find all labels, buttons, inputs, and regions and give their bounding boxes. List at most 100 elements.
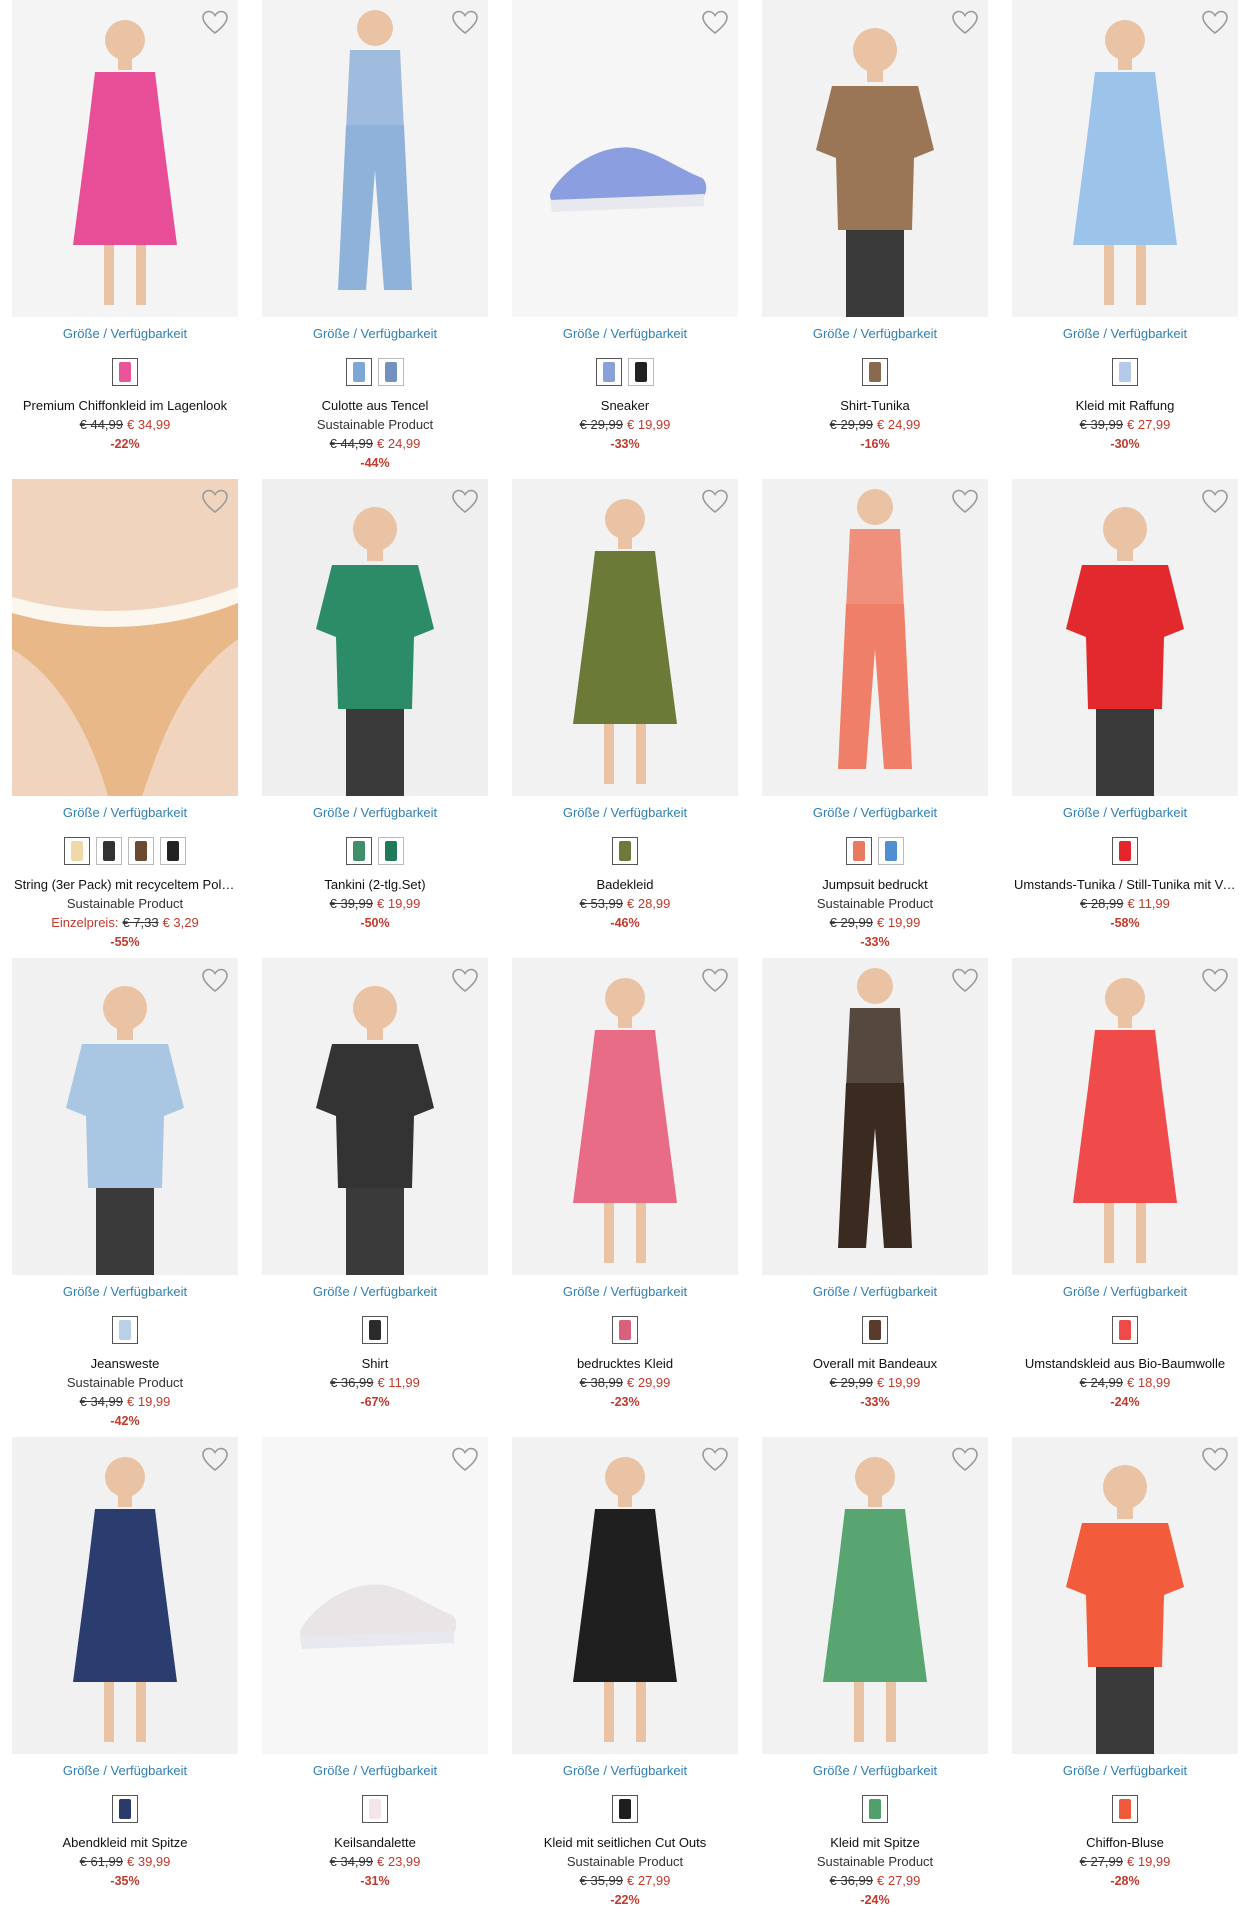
product-name[interactable]: Kleid mit Spitze <box>762 1833 988 1852</box>
product-name[interactable]: String (3er Pack) mit recyceltem Polyami… <box>12 875 238 894</box>
product-card[interactable]: Größe / Verfügbarkeit Abendkleid mit Spi… <box>12 1437 238 1907</box>
color-swatch[interactable] <box>112 1795 138 1823</box>
size-availability-link[interactable]: Größe / Verfügbarkeit <box>1012 1763 1238 1778</box>
product-name[interactable]: Culotte aus Tencel <box>262 396 488 415</box>
size-availability-link[interactable]: Größe / Verfügbarkeit <box>512 326 738 341</box>
size-availability-link[interactable]: Größe / Verfügbarkeit <box>512 1284 738 1299</box>
color-swatch[interactable] <box>378 837 404 865</box>
product-card[interactable]: Größe / Verfügbarkeit Keilsandalette € 3… <box>262 1437 488 1907</box>
color-swatch[interactable] <box>1112 1795 1138 1823</box>
wishlist-heart-icon[interactable] <box>1200 1445 1230 1473</box>
product-card[interactable]: Größe / Verfügbarkeit Badekleid € 53,99 €… <box>512 479 738 949</box>
product-name[interactable]: Shirt <box>262 1354 488 1373</box>
color-swatch[interactable] <box>628 358 654 386</box>
size-availability-link[interactable]: Größe / Verfügbarkeit <box>12 1763 238 1778</box>
color-swatch[interactable] <box>96 837 122 865</box>
wishlist-heart-icon[interactable] <box>950 487 980 515</box>
product-image[interactable] <box>1012 479 1238 796</box>
product-image[interactable] <box>262 479 488 796</box>
color-swatch[interactable] <box>64 837 90 865</box>
product-name[interactable]: Tankini (2-tlg.Set) <box>262 875 488 894</box>
size-availability-link[interactable]: Größe / Verfügbarkeit <box>1012 805 1238 820</box>
wishlist-heart-icon[interactable] <box>200 487 230 515</box>
wishlist-heart-icon[interactable] <box>200 966 230 994</box>
product-image[interactable] <box>12 0 238 317</box>
product-name[interactable]: Abendkleid mit Spitze <box>12 1833 238 1852</box>
product-image[interactable] <box>762 958 988 1275</box>
product-name[interactable]: Premium Chiffonkleid im Lagenlook <box>12 396 238 415</box>
product-name[interactable]: Kleid mit Raffung <box>1012 396 1238 415</box>
color-swatch[interactable] <box>1112 1316 1138 1344</box>
size-availability-link[interactable]: Größe / Verfügbarkeit <box>262 805 488 820</box>
product-card[interactable]: Größe / Verfügbarkeit Shirt € 36,99 € 11,… <box>262 958 488 1428</box>
wishlist-heart-icon[interactable] <box>700 487 730 515</box>
wishlist-heart-icon[interactable] <box>950 8 980 36</box>
product-card[interactable]: Größe / Verfügbarkeit Culotte aus Tencel… <box>262 0 488 470</box>
size-availability-link[interactable]: Größe / Verfügbarkeit <box>762 326 988 341</box>
size-availability-link[interactable]: Größe / Verfügbarkeit <box>12 326 238 341</box>
product-image[interactable] <box>762 479 988 796</box>
color-swatch[interactable] <box>362 1316 388 1344</box>
product-card[interactable]: Größe / Verfügbarkeit Jumpsuit bedruckt … <box>762 479 988 949</box>
wishlist-heart-icon[interactable] <box>450 966 480 994</box>
product-image[interactable] <box>262 1437 488 1754</box>
size-availability-link[interactable]: Größe / Verfügbarkeit <box>262 326 488 341</box>
color-swatch[interactable] <box>612 1795 638 1823</box>
product-name[interactable]: bedrucktes Kleid <box>512 1354 738 1373</box>
size-availability-link[interactable]: Größe / Verfügbarkeit <box>12 805 238 820</box>
size-availability-link[interactable]: Größe / Verfügbarkeit <box>1012 326 1238 341</box>
product-image[interactable] <box>262 0 488 317</box>
color-swatch[interactable] <box>612 837 638 865</box>
product-image[interactable] <box>12 958 238 1275</box>
wishlist-heart-icon[interactable] <box>450 487 480 515</box>
product-name[interactable]: Badekleid <box>512 875 738 894</box>
size-availability-link[interactable]: Größe / Verfügbarkeit <box>512 805 738 820</box>
wishlist-heart-icon[interactable] <box>450 1445 480 1473</box>
product-image[interactable] <box>512 958 738 1275</box>
size-availability-link[interactable]: Größe / Verfügbarkeit <box>262 1284 488 1299</box>
product-image[interactable] <box>762 0 988 317</box>
size-availability-link[interactable]: Größe / Verfügbarkeit <box>262 1763 488 1778</box>
product-name[interactable]: Sneaker <box>512 396 738 415</box>
product-name[interactable]: Overall mit Bandeaux <box>762 1354 988 1373</box>
product-name[interactable]: Umstands-Tunika / Still-Tunika mit Volan… <box>1012 875 1238 894</box>
product-name[interactable]: Jumpsuit bedruckt <box>762 875 988 894</box>
color-swatch[interactable] <box>878 837 904 865</box>
product-name[interactable]: Jeansweste <box>12 1354 238 1373</box>
color-swatch[interactable] <box>378 358 404 386</box>
product-card[interactable]: Größe / Verfügbarkeit String (3er Pack) … <box>12 479 238 949</box>
color-swatch[interactable] <box>112 358 138 386</box>
size-availability-link[interactable]: Größe / Verfügbarkeit <box>762 1763 988 1778</box>
product-image[interactable] <box>512 0 738 317</box>
wishlist-heart-icon[interactable] <box>950 966 980 994</box>
product-card[interactable]: Größe / Verfügbarkeit Kleid mit Spitze S… <box>762 1437 988 1907</box>
product-card[interactable]: Größe / Verfügbarkeit Tankini (2-tlg.Set… <box>262 479 488 949</box>
color-swatch[interactable] <box>846 837 872 865</box>
product-card[interactable]: Größe / Verfügbarkeit Premium Chiffonkle… <box>12 0 238 470</box>
color-swatch[interactable] <box>128 837 154 865</box>
product-card[interactable]: Größe / Verfügbarkeit Chiffon-Bluse € 27… <box>1012 1437 1238 1907</box>
product-card[interactable]: Größe / Verfügbarkeit Umstands-Tunika / … <box>1012 479 1238 949</box>
product-image[interactable] <box>1012 958 1238 1275</box>
wishlist-heart-icon[interactable] <box>200 1445 230 1473</box>
wishlist-heart-icon[interactable] <box>200 8 230 36</box>
wishlist-heart-icon[interactable] <box>700 1445 730 1473</box>
color-swatch[interactable] <box>112 1316 138 1344</box>
product-image[interactable] <box>512 479 738 796</box>
color-swatch[interactable] <box>160 837 186 865</box>
product-card[interactable]: Größe / Verfügbarkeit Kleid mit Raffung … <box>1012 0 1238 470</box>
product-image[interactable] <box>262 958 488 1275</box>
product-image[interactable] <box>1012 0 1238 317</box>
product-name[interactable]: Chiffon-Bluse <box>1012 1833 1238 1852</box>
color-swatch[interactable] <box>612 1316 638 1344</box>
product-name[interactable]: Shirt-Tunika <box>762 396 988 415</box>
color-swatch[interactable] <box>346 837 372 865</box>
product-card[interactable]: Größe / Verfügbarkeit Umstandskleid aus … <box>1012 958 1238 1428</box>
wishlist-heart-icon[interactable] <box>950 1445 980 1473</box>
product-image[interactable] <box>12 479 238 796</box>
product-image[interactable] <box>512 1437 738 1754</box>
wishlist-heart-icon[interactable] <box>1200 8 1230 36</box>
product-card[interactable]: Größe / Verfügbarkeit Shirt-Tunika € 29,… <box>762 0 988 470</box>
wishlist-heart-icon[interactable] <box>1200 966 1230 994</box>
color-swatch[interactable] <box>862 1795 888 1823</box>
